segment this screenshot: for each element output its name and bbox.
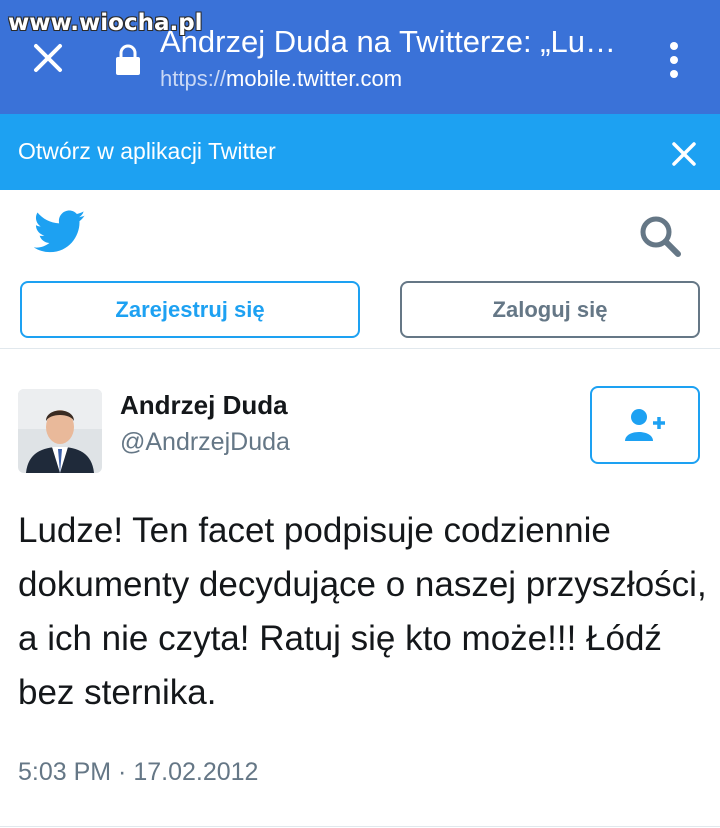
page-title: Andrzej Duda na Twitterze: „Lu… bbox=[160, 24, 617, 59]
login-button[interactable]: Zaloguj się bbox=[400, 281, 700, 338]
open-in-app-label[interactable]: Otwórz w aplikacji Twitter bbox=[18, 138, 276, 165]
url-host: mobile.twitter.com bbox=[226, 66, 403, 91]
follow-button[interactable] bbox=[590, 386, 700, 464]
more-vert-icon[interactable] bbox=[664, 40, 684, 80]
lock-icon bbox=[116, 44, 140, 75]
author-name[interactable]: Andrzej Duda bbox=[120, 390, 288, 421]
close-icon[interactable] bbox=[28, 38, 68, 78]
banner-close-icon[interactable] bbox=[668, 138, 700, 170]
tweet-text: Ludze! Ten facet podpisuje codziennie do… bbox=[18, 511, 707, 712]
header-divider bbox=[0, 348, 720, 349]
open-in-app-banner[interactable]: Otwórz w aplikacji Twitter bbox=[0, 114, 720, 190]
author-handle[interactable]: @AndrzejDuda bbox=[120, 428, 290, 457]
tweet-timestamp[interactable]: 5:03 PM · 17.02.2012 bbox=[18, 758, 258, 787]
signup-button[interactable]: Zarejestruj się bbox=[20, 281, 360, 338]
twitter-bird-icon[interactable] bbox=[34, 210, 86, 254]
avatar[interactable] bbox=[18, 389, 102, 473]
url-scheme: https:// bbox=[160, 66, 227, 91]
follow-user-icon bbox=[625, 409, 665, 441]
url-bar[interactable]: https://mobile.twitter.com bbox=[160, 66, 402, 92]
tweet-divider bbox=[0, 826, 720, 827]
search-icon[interactable] bbox=[636, 212, 684, 260]
